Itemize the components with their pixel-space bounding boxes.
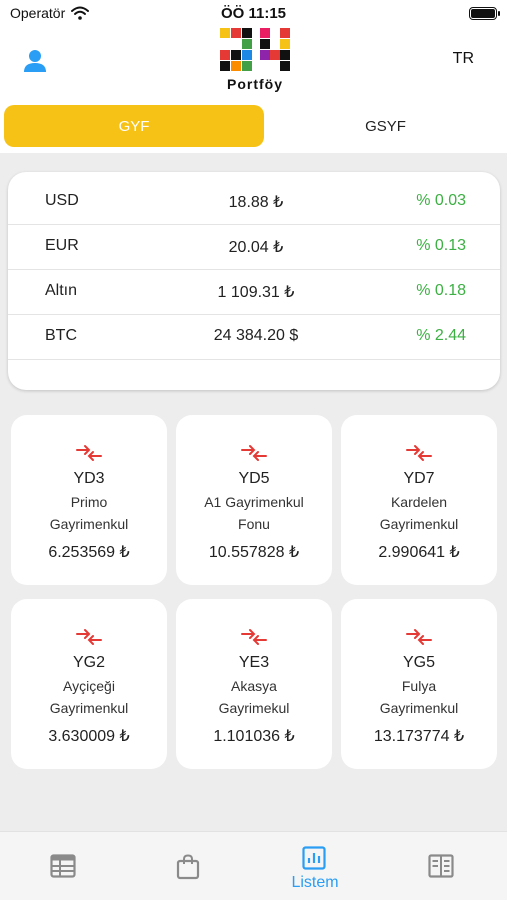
- fund-card-yd3[interactable]: YD3 Primo Gayrimenkul 6.253569 ₺: [11, 415, 167, 585]
- fund-card-ye3[interactable]: YE3 Akasya Gayrimekul 1.101036 ₺: [176, 599, 332, 769]
- user-icon[interactable]: [22, 48, 48, 74]
- nav-label-listem: Listem: [291, 874, 339, 891]
- fund-name-line2: Fonu: [238, 516, 270, 532]
- fund-card-yd5[interactable]: YD5 A1 Gayrimenkul Fonu 10.557828 ₺: [176, 415, 332, 585]
- fund-name-line2: Gayrimenkul: [379, 700, 459, 716]
- fund-price: 13.173774 ₺: [373, 728, 465, 745]
- fund-name-line2: Gayrimenkul: [379, 516, 459, 532]
- fund-price: 10.557828 ₺: [208, 544, 300, 561]
- shopping-bag-icon: [176, 854, 200, 880]
- fund-name-line1: Ayçiçeği: [63, 678, 115, 694]
- fund-code: YE3: [238, 654, 270, 671]
- exchange-arrows-icon: [76, 629, 102, 645]
- rate-value: 24 384.20 $: [213, 327, 299, 344]
- fund-name-line1: Primo: [70, 494, 108, 510]
- fund-code: YG2: [72, 654, 105, 671]
- exchange-arrows-icon: [241, 445, 267, 461]
- status-bar: Operatör ÖÖ 11:15: [0, 0, 507, 28]
- status-time: ÖÖ 11:15: [220, 5, 287, 22]
- fund-name-line2: Gayrimenkul: [49, 516, 129, 532]
- chart-icon: [302, 846, 326, 870]
- battery-icon: [469, 7, 500, 20]
- fund-price: 6.253569 ₺: [48, 544, 130, 561]
- fund-type-tabs: GYF GSYF: [0, 100, 507, 153]
- fund-card-yg5[interactable]: YG5 Fulya Gayrimenkul 13.173774 ₺: [341, 599, 497, 769]
- exchange-arrows-icon: [406, 629, 432, 645]
- rate-row-eur: EUR 20.04 ₺ % 0.13: [8, 225, 500, 270]
- exchange-arrows-icon: [76, 445, 102, 461]
- exchange-rates-card: USD 18.88 ₺ % 0.03 EUR 20.04 ₺ % 0.13 Al…: [8, 172, 500, 390]
- fund-name-line1: Fulya: [401, 678, 437, 694]
- fund-name-line1: A1 Gayrimenkul: [204, 494, 304, 510]
- bottom-nav: Listem: [0, 831, 507, 900]
- language-selector[interactable]: TR: [453, 50, 474, 68]
- fund-name-line2: Gayrimekul: [218, 700, 290, 716]
- fund-price: 3.630009 ₺: [48, 728, 130, 745]
- tab-gsyf[interactable]: GSYF: [268, 105, 503, 147]
- rate-name: EUR: [45, 237, 79, 254]
- rate-value: 18.88 ₺: [228, 194, 284, 211]
- rate-value: 1 109.31 ₺: [217, 284, 295, 301]
- document-list-icon: [428, 854, 454, 878]
- rate-name: Altın: [45, 282, 78, 299]
- nav-item-calendar[interactable]: [0, 832, 126, 900]
- fund-card-yd7[interactable]: YD7 Kardelen Gayrimenkul 2.990641 ₺: [341, 415, 497, 585]
- calendar-table-icon: [50, 854, 76, 878]
- logo-mosaic: [220, 28, 290, 71]
- rate-row-btc: BTC 24 384.20 $ % 2.44: [8, 315, 500, 360]
- rate-change: % 0.13: [416, 237, 466, 254]
- rate-row-gold: Altın 1 109.31 ₺ % 0.18: [8, 270, 500, 315]
- exchange-arrows-icon: [241, 629, 267, 645]
- fund-price: 1.101036 ₺: [213, 728, 295, 745]
- nav-item-listem[interactable]: Listem: [252, 832, 378, 900]
- portfoy-logo: Portföy: [218, 28, 292, 96]
- rate-change: % 0.03: [416, 192, 466, 209]
- exchange-arrows-icon: [406, 445, 432, 461]
- fund-name-line2: Gayrimenkul: [49, 700, 129, 716]
- rate-row-usd: USD 18.88 ₺ % 0.03: [8, 180, 500, 225]
- fund-price: 2.990641 ₺: [378, 544, 460, 561]
- app-header: Portföy TR: [0, 28, 507, 100]
- fund-code: YG5: [402, 654, 435, 671]
- fund-code: YD3: [73, 470, 105, 487]
- rate-name: BTC: [45, 327, 77, 344]
- rate-change: % 2.44: [416, 327, 466, 344]
- nav-item-bag[interactable]: [126, 832, 252, 900]
- fund-name-line1: Akasya: [231, 678, 277, 694]
- rate-value: 20.04 ₺: [228, 239, 284, 256]
- fund-code: YD7: [403, 470, 435, 487]
- rate-change: % 0.18: [416, 282, 466, 299]
- fund-code: YD5: [238, 470, 270, 487]
- tab-gyf[interactable]: GYF: [4, 105, 264, 147]
- fund-name-line1: Kardelen: [390, 494, 448, 510]
- rate-name: USD: [45, 192, 79, 209]
- logo-text: Portföy: [227, 76, 283, 92]
- fund-card-yg2[interactable]: YG2 Ayçiçeği Gayrimenkul 3.630009 ₺: [11, 599, 167, 769]
- nav-item-documents[interactable]: [378, 832, 504, 900]
